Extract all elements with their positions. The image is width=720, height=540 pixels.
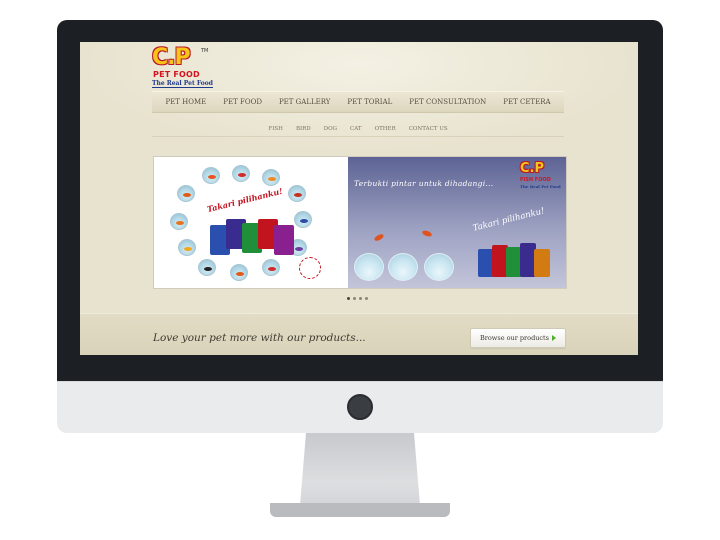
banner-brand-logo: C.P xyxy=(520,161,545,176)
jumping-fish-image xyxy=(421,229,433,238)
fish-bowl-image xyxy=(262,169,280,186)
nav-item-pet-gallery[interactable]: PET GALLERY xyxy=(279,98,330,106)
site-logo[interactable]: C.P TM PET FOOD The Real Pet Food xyxy=(152,45,213,91)
nav-item-pet-food[interactable]: PET FOOD xyxy=(223,98,262,106)
carousel-dot[interactable] xyxy=(353,297,356,300)
glass-bowl-image xyxy=(354,253,384,281)
subnav-item-contact-us[interactable]: CONTACT US xyxy=(409,126,448,132)
carousel-dot[interactable] xyxy=(365,297,368,300)
carousel-pagination xyxy=(347,297,368,300)
browse-products-button[interactable]: Browse our products xyxy=(470,328,566,348)
carousel-dot[interactable] xyxy=(359,297,362,300)
fish-bowl-image xyxy=(232,165,250,182)
sub-navigation: FISH BIRD DOG CAT OTHER CONTACT US xyxy=(152,121,564,137)
subnav-item-bird[interactable]: BIRD xyxy=(296,126,311,132)
banner-left-slogan: Takari pilihanku! xyxy=(205,185,284,215)
glass-bowl-image xyxy=(424,253,454,281)
monitor-stand-base xyxy=(270,503,450,517)
fish-bowl-image xyxy=(230,264,248,281)
jumping-fish-image xyxy=(373,232,385,243)
logo-tagline: The Real Pet Food xyxy=(152,80,213,88)
nav-item-pet-torial[interactable]: PET TORIAL xyxy=(347,98,392,106)
banner-brand-subtitle: FISH FOOD xyxy=(520,177,551,183)
carousel-dot[interactable] xyxy=(347,297,350,300)
fish-bowl-image xyxy=(198,259,216,276)
hero-banner[interactable]: Takari pilihanku! Terbukti pintar untuk … xyxy=(153,156,567,289)
fish-bowl-image xyxy=(262,259,280,276)
quality-seal-icon xyxy=(299,257,321,279)
fish-bowl-image xyxy=(288,185,306,202)
banner-brand-tagline: The Real Pet Food xyxy=(520,184,561,189)
power-button-icon xyxy=(347,394,373,420)
subnav-item-fish[interactable]: FISH xyxy=(268,126,283,132)
nav-item-pet-cetera[interactable]: PET CETERA xyxy=(503,98,550,106)
fish-bowl-image xyxy=(177,185,195,202)
fish-bowl-image xyxy=(170,213,188,230)
logo-brand: C.P xyxy=(152,45,191,70)
subnav-item-other[interactable]: OTHER xyxy=(375,126,396,132)
banner-right-slogan: Takari pilihanku! xyxy=(471,206,546,234)
banner-headline: Terbukti pintar untuk dihadangi... xyxy=(354,179,494,188)
logo-subtitle: PET FOOD xyxy=(153,70,200,79)
main-navigation: PET HOME PET FOOD PET GALLERY PET TORIAL… xyxy=(152,91,564,113)
glass-bowl-image xyxy=(388,253,418,281)
product-packets-image xyxy=(478,237,558,282)
fish-bowl-image xyxy=(202,167,220,184)
product-packets-image xyxy=(210,217,296,261)
subnav-item-dog[interactable]: DOG xyxy=(324,126,337,132)
fish-bowl-image xyxy=(294,211,312,228)
banner-right-panel: Terbukti pintar untuk dihadangi... C.P F… xyxy=(348,157,566,288)
subnav-item-cat[interactable]: CAT xyxy=(350,126,362,132)
banner-left-panel: Takari pilihanku! xyxy=(154,157,348,288)
nav-item-pet-consultation[interactable]: PET CONSULTATION xyxy=(409,98,486,106)
chevron-right-icon xyxy=(552,335,556,341)
fish-bowl-image xyxy=(178,239,196,256)
nav-item-pet-home[interactable]: PET HOME xyxy=(165,98,206,106)
browse-products-label: Browse our products xyxy=(480,334,549,342)
promo-tagline: Love your pet more with our products... xyxy=(153,332,366,344)
logo-trademark: TM xyxy=(201,48,209,54)
website-screen: C.P TM PET FOOD The Real Pet Food PET HO… xyxy=(80,42,638,355)
